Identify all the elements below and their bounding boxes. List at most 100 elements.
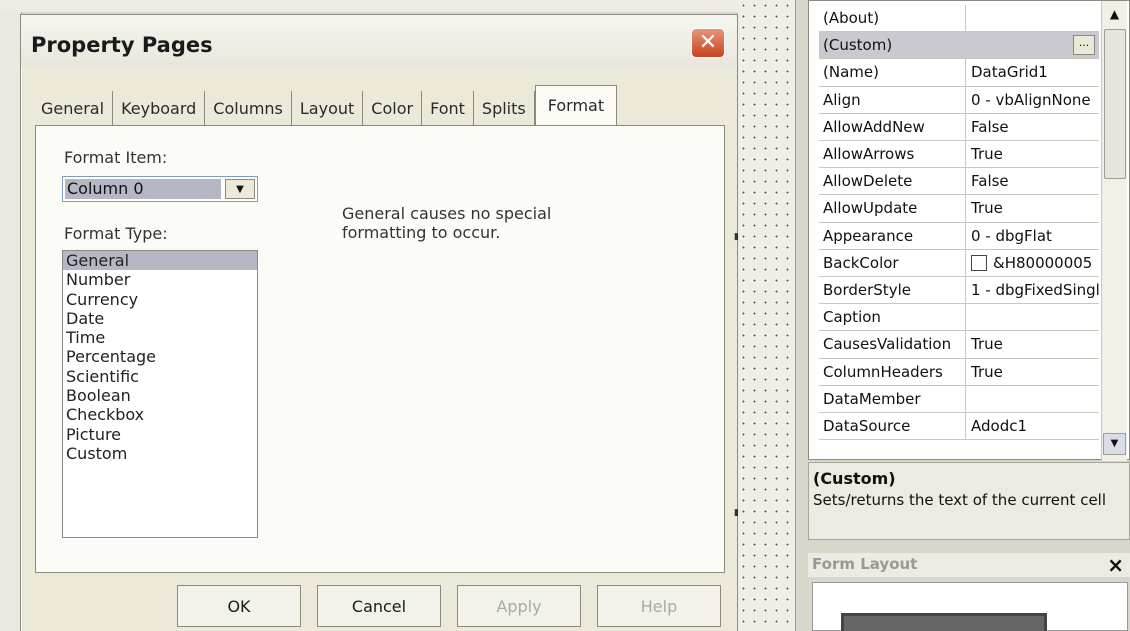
list-item[interactable]: Picture bbox=[63, 425, 257, 444]
property-name: Caption bbox=[819, 304, 966, 331]
property-value[interactable] bbox=[966, 386, 1099, 412]
list-item[interactable]: Time bbox=[63, 328, 257, 347]
ok-button[interactable]: OK bbox=[177, 585, 301, 627]
property-value[interactable]: True bbox=[966, 359, 1099, 385]
property-row[interactable]: BorderStyle 1 - dbgFixedSingle bbox=[819, 277, 1099, 305]
property-row[interactable]: AllowAddNew False bbox=[819, 113, 1099, 141]
property-value[interactable]: True bbox=[966, 141, 1099, 167]
property-value[interactable]: ... bbox=[966, 32, 1099, 58]
cancel-button[interactable]: Cancel bbox=[317, 585, 441, 627]
property-pages-dialog: Property Pages ✕ General Keyboard Column… bbox=[20, 14, 738, 631]
list-item[interactable]: Custom bbox=[63, 444, 257, 463]
property-row[interactable]: BackColor &H80000005 bbox=[819, 249, 1099, 277]
property-value[interactable]: DataGrid1 bbox=[966, 59, 1099, 85]
ellipsis-button[interactable]: ... bbox=[1073, 35, 1095, 56]
property-name: AllowDelete bbox=[819, 168, 966, 195]
monitor-preview[interactable] bbox=[841, 613, 1047, 631]
list-item[interactable]: Date bbox=[63, 309, 257, 328]
property-name: Appearance bbox=[819, 222, 966, 249]
list-item[interactable]: Checkbox bbox=[63, 405, 257, 424]
property-row[interactable]: (Custom) ... bbox=[819, 32, 1099, 60]
apply-button[interactable]: Apply bbox=[457, 585, 581, 627]
property-name: AllowUpdate bbox=[819, 195, 966, 222]
form-layout-window bbox=[812, 582, 1128, 631]
tab-color[interactable]: Color bbox=[363, 91, 423, 125]
format-description: General causes no special formatting to … bbox=[342, 204, 552, 242]
property-value[interactable]: 1 - dbgFixedSingle bbox=[966, 277, 1099, 303]
property-name: BackColor bbox=[819, 249, 966, 276]
property-row[interactable]: (About) bbox=[819, 5, 1099, 33]
list-item[interactable]: Boolean bbox=[63, 386, 257, 405]
list-item[interactable]: General bbox=[63, 251, 257, 271]
property-row[interactable]: Align 0 - vbAlignNone bbox=[819, 86, 1099, 114]
format-type-listbox[interactable]: General Number Currency Date Time Percen… bbox=[62, 250, 258, 538]
backcolor-value: &H80000005 bbox=[993, 253, 1093, 272]
property-value[interactable] bbox=[966, 304, 1099, 330]
background-strip bbox=[0, 0, 740, 12]
property-name: BorderStyle bbox=[819, 277, 966, 304]
title-bar[interactable]: Property Pages ✕ bbox=[21, 15, 737, 67]
format-tab-panel: Format Item: Column 0 ▼ Format Type: Gen… bbox=[35, 125, 725, 573]
vertical-scrollbar[interactable]: ▲ ▼ bbox=[1101, 1, 1127, 461]
tab-columns[interactable]: Columns bbox=[205, 91, 292, 125]
property-value[interactable]: Adodc1 bbox=[966, 413, 1099, 439]
form-designer-grid[interactable] bbox=[738, 0, 796, 631]
list-item[interactable]: Currency bbox=[63, 290, 257, 309]
tab-keyboard[interactable]: Keyboard bbox=[113, 91, 206, 125]
scroll-thumb[interactable] bbox=[1104, 29, 1126, 179]
property-value[interactable]: 0 - dbgFlat bbox=[966, 223, 1099, 249]
chevron-down-icon[interactable]: ▼ bbox=[225, 179, 255, 199]
property-row[interactable]: (Name) DataGrid1 bbox=[819, 59, 1099, 87]
property-value[interactable]: False bbox=[966, 114, 1099, 140]
close-button[interactable]: ✕ bbox=[691, 28, 725, 58]
background-panel bbox=[0, 0, 22, 631]
property-name: Align bbox=[819, 86, 966, 113]
form-layout-header: Form Layout × bbox=[808, 553, 1130, 577]
property-name: (Custom) bbox=[819, 32, 966, 59]
resize-handle[interactable]: ▮ bbox=[734, 232, 739, 242]
property-name: (About) bbox=[819, 5, 966, 32]
list-item[interactable]: Percentage bbox=[63, 347, 257, 366]
property-row[interactable]: AllowUpdate True bbox=[819, 195, 1099, 223]
property-name: CausesValidation bbox=[819, 331, 966, 358]
tab-general[interactable]: General bbox=[37, 91, 114, 125]
format-item-label: Format Item: bbox=[64, 148, 168, 167]
property-row[interactable]: DataSource Adodc1 bbox=[819, 413, 1099, 441]
help-button[interactable]: Help bbox=[597, 585, 721, 627]
property-name: AllowAddNew bbox=[819, 113, 966, 140]
resize-handle[interactable]: ▮ bbox=[734, 508, 739, 518]
close-icon[interactable]: × bbox=[1107, 553, 1124, 577]
format-item-value: Column 0 bbox=[65, 179, 221, 199]
property-row[interactable]: AllowArrows True bbox=[819, 141, 1099, 169]
tab-font[interactable]: Font bbox=[422, 91, 474, 125]
property-value[interactable]: False bbox=[966, 168, 1099, 194]
scroll-up-icon[interactable]: ▲ bbox=[1103, 3, 1126, 25]
list-item[interactable]: Number bbox=[63, 270, 257, 289]
property-row[interactable]: Caption bbox=[819, 304, 1099, 332]
property-value[interactable]: True bbox=[966, 195, 1099, 221]
property-name: ColumnHeaders bbox=[819, 358, 966, 385]
property-name: AllowArrows bbox=[819, 141, 966, 168]
property-value[interactable]: &H80000005 bbox=[966, 250, 1099, 276]
tab-splits[interactable]: Splits bbox=[474, 91, 535, 125]
property-row[interactable]: AllowDelete False bbox=[819, 168, 1099, 196]
property-row[interactable]: ColumnHeaders True bbox=[819, 358, 1099, 386]
property-row[interactable]: Appearance 0 - dbgFlat bbox=[819, 222, 1099, 250]
list-item[interactable]: Scientific bbox=[63, 367, 257, 386]
property-description-title: (Custom) bbox=[813, 469, 896, 488]
property-description-pane: (Custom) Sets/returns the text of the cu… bbox=[808, 462, 1130, 540]
form-layout-title: Form Layout bbox=[812, 555, 918, 573]
format-item-dropdown[interactable]: Column 0 ▼ bbox=[62, 176, 258, 202]
chevron-down-icon[interactable]: ▼ bbox=[1103, 433, 1126, 455]
property-value[interactable]: 0 - vbAlignNone bbox=[966, 87, 1099, 113]
tab-strip: General Keyboard Columns Layout Color Fo… bbox=[37, 85, 618, 125]
property-row[interactable]: DataMember bbox=[819, 385, 1099, 413]
properties-grid: (About) (Custom) ... (Name) DataGrid1 Al… bbox=[808, 0, 1130, 461]
close-icon: ✕ bbox=[698, 30, 718, 55]
dialog-title: Property Pages bbox=[31, 33, 213, 57]
property-row[interactable]: CausesValidation True bbox=[819, 331, 1099, 359]
tab-format[interactable]: Format bbox=[534, 85, 618, 125]
property-value[interactable]: True bbox=[966, 331, 1099, 357]
tab-layout[interactable]: Layout bbox=[292, 91, 364, 125]
property-value[interactable] bbox=[966, 5, 1099, 31]
